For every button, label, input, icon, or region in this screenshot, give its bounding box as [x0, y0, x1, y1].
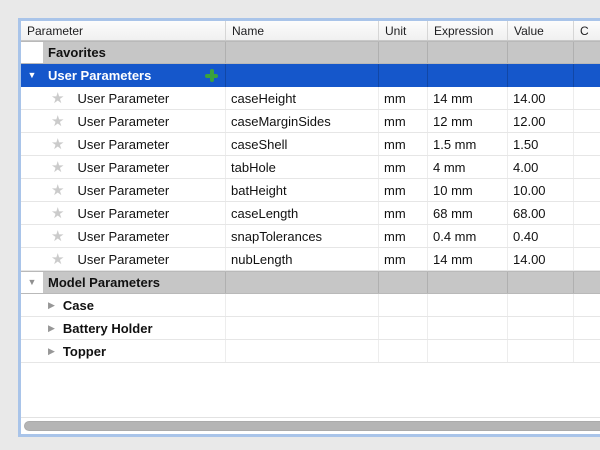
favorite-star-icon[interactable]: ★ [51, 229, 64, 244]
group-label: Model Parameters [43, 272, 225, 293]
name-cell[interactable]: batHeight [225, 179, 378, 201]
value-cell: 12.00 [507, 110, 573, 132]
parameter-row: ★ User Parameter batHeight mm 10 mm 10.00 [21, 179, 600, 202]
name-cell[interactable]: caseShell [225, 133, 378, 155]
parameter-row: ★ User Parameter snapTolerances mm 0.4 mm… [21, 225, 600, 248]
expand-triangle-icon[interactable]: ▶ [48, 347, 55, 356]
parameter-row: ★ User Parameter caseShell mm 1.5 mm 1.50 [21, 133, 600, 156]
parameters-panel: Parameter Name Unit Expression Value C F… [18, 18, 600, 437]
group-label: User Parameters [48, 68, 151, 83]
unit-cell: mm [378, 133, 427, 155]
expression-cell[interactable]: 4 mm [427, 156, 507, 178]
parameter-type-label: User Parameter [77, 252, 169, 267]
add-parameter-plus-icon[interactable] [205, 69, 218, 82]
subgroup-label: Case [63, 298, 94, 313]
name-cell[interactable]: tabHole [225, 156, 378, 178]
parameter-row: ★ User Parameter nubLength mm 14 mm 14.00 [21, 248, 600, 271]
value-cell: 0.40 [507, 225, 573, 247]
column-header-expression[interactable]: Expression [427, 21, 507, 40]
expression-cell[interactable]: 0.4 mm [427, 225, 507, 247]
expand-triangle-icon[interactable]: ▶ [48, 324, 55, 333]
parameter-row: ★ User Parameter caseLength mm 68 mm 68.0… [21, 202, 600, 225]
group-label: Favorites [43, 42, 225, 63]
subgroup-label: Topper [63, 344, 106, 359]
unit-cell: mm [378, 87, 427, 109]
value-cell: 4.00 [507, 156, 573, 178]
parameter-type-label: User Parameter [77, 137, 169, 152]
favorite-star-icon[interactable]: ★ [51, 91, 64, 106]
name-cell[interactable]: snapTolerances [225, 225, 378, 247]
parameter-type-label: User Parameter [77, 206, 169, 221]
row-subgroup-case[interactable]: ▶ Case [21, 294, 600, 317]
favorite-star-icon[interactable]: ★ [51, 183, 64, 198]
horizontal-scrollbar-thumb[interactable] [24, 421, 600, 431]
value-cell: 14.00 [507, 87, 573, 109]
value-cell: 1.50 [507, 133, 573, 155]
row-model-parameters[interactable]: ▼ Model Parameters [21, 271, 600, 294]
unit-cell: mm [378, 248, 427, 270]
comment-cell[interactable] [573, 225, 600, 247]
name-cell[interactable]: caseMarginSides [225, 110, 378, 132]
row-favorites[interactable]: Favorites [21, 41, 600, 64]
value-cell: 10.00 [507, 179, 573, 201]
expression-cell[interactable]: 68 mm [427, 202, 507, 224]
name-cell[interactable]: caseHeight [225, 87, 378, 109]
name-cell[interactable]: nubLength [225, 248, 378, 270]
comment-cell[interactable] [573, 133, 600, 155]
comment-cell[interactable] [573, 87, 600, 109]
parameter-row: ★ User Parameter tabHole mm 4 mm 4.00 [21, 156, 600, 179]
table-header: Parameter Name Unit Expression Value C [21, 21, 600, 41]
column-header-comments[interactable]: C [573, 21, 600, 40]
column-header-name[interactable]: Name [225, 21, 378, 40]
parameter-type-label: User Parameter [77, 160, 169, 175]
parameter-row: ★ User Parameter caseHeight mm 14 mm 14.0… [21, 87, 600, 110]
comment-cell[interactable] [573, 248, 600, 270]
comment-cell[interactable] [573, 110, 600, 132]
unit-cell: mm [378, 179, 427, 201]
favorite-star-icon[interactable]: ★ [51, 137, 64, 152]
row-gutter [21, 42, 43, 63]
expression-cell[interactable]: 10 mm [427, 179, 507, 201]
favorite-star-icon[interactable]: ★ [51, 114, 64, 129]
column-header-parameter[interactable]: Parameter [21, 21, 225, 40]
favorite-star-icon[interactable]: ★ [51, 206, 64, 221]
favorite-star-icon[interactable]: ★ [51, 160, 64, 175]
row-subgroup-battery-holder[interactable]: ▶ Battery Holder [21, 317, 600, 340]
expression-cell[interactable]: 14 mm [427, 87, 507, 109]
unit-cell: mm [378, 110, 427, 132]
unit-cell: mm [378, 225, 427, 247]
collapse-triangle-icon[interactable]: ▼ [28, 278, 37, 287]
unit-cell: mm [378, 156, 427, 178]
value-cell: 68.00 [507, 202, 573, 224]
expression-cell[interactable]: 1.5 mm [427, 133, 507, 155]
collapse-triangle-icon[interactable]: ▼ [28, 71, 37, 80]
horizontal-scrollbar [21, 417, 600, 434]
subgroup-label: Battery Holder [63, 321, 153, 336]
parameter-row: ★ User Parameter caseMarginSides mm 12 mm… [21, 110, 600, 133]
value-cell: 14.00 [507, 248, 573, 270]
parameter-type-label: User Parameter [77, 229, 169, 244]
unit-cell: mm [378, 202, 427, 224]
column-header-value[interactable]: Value [507, 21, 573, 40]
row-subgroup-topper[interactable]: ▶ Topper [21, 340, 600, 363]
parameter-type-label: User Parameter [77, 114, 169, 129]
name-cell[interactable]: caseLength [225, 202, 378, 224]
favorite-star-icon[interactable]: ★ [51, 252, 64, 267]
expression-cell[interactable]: 14 mm [427, 248, 507, 270]
comment-cell[interactable] [573, 179, 600, 201]
row-user-parameters[interactable]: ▼ User Parameters [21, 64, 600, 87]
comment-cell[interactable] [573, 156, 600, 178]
parameter-type-label: User Parameter [77, 183, 169, 198]
parameter-type-label: User Parameter [77, 91, 169, 106]
comment-cell[interactable] [573, 202, 600, 224]
column-header-unit[interactable]: Unit [378, 21, 427, 40]
expand-triangle-icon[interactable]: ▶ [48, 301, 55, 310]
expression-cell[interactable]: 12 mm [427, 110, 507, 132]
